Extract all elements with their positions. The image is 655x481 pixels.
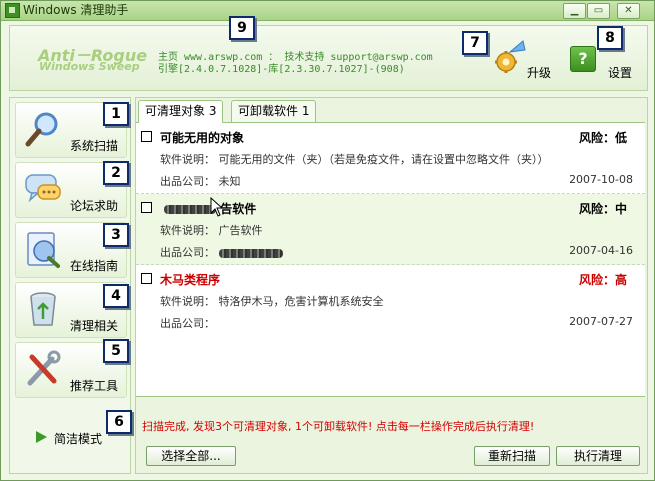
maximize-button[interactable]: ▭ — [587, 3, 610, 19]
item-title-wrap: 告软件 — [160, 200, 256, 217]
sidebar-item-label: 清理相关 — [70, 319, 119, 333]
sidebar-item-label: 在线指南 — [70, 259, 119, 273]
item-checkbox[interactable] — [141, 273, 152, 284]
recycle-bin-icon — [30, 292, 56, 326]
risk-level: 风险：中 — [578, 202, 627, 216]
logo-subtitle: Windows Sweep — [39, 60, 140, 73]
item-company-wrap: 出品公司： — [160, 244, 283, 260]
minimize-button[interactable]: ▁ — [563, 3, 586, 19]
item-company: 出品公司： — [160, 317, 215, 330]
tab-cleanable-objects[interactable]: 可清理对象 3 — [138, 100, 224, 123]
risk-level: 风险：低 — [578, 131, 627, 145]
sidebar-item-label: 推荐工具 — [70, 379, 119, 393]
results-list: 可能无用的对象 风险：低 软件说明： 可能无用的文件（夹）（若是免疫文件，请在设… — [136, 122, 645, 397]
item-date: 2007-07-27 — [569, 315, 633, 328]
upgrade-gear-icon[interactable] — [494, 38, 528, 74]
list-item[interactable]: 木马类程序 风险：高 软件说明： 特洛伊木马，危害计算机系统安全 出品公司： 2… — [136, 265, 645, 335]
title-bar[interactable]: Windows 清理助手 ▁ ▭ ✕ — [1, 1, 654, 21]
callout-marker: 7 — [462, 31, 488, 55]
execute-clean-button[interactable]: 执行清理 — [556, 446, 640, 466]
callout-marker: 8 — [597, 26, 623, 50]
callout-marker: 2 — [103, 161, 129, 185]
rescan-button[interactable]: 重新扫描 — [474, 446, 550, 466]
tools-icon — [27, 350, 61, 386]
item-title: 告软件 — [220, 202, 257, 216]
upgrade-label[interactable]: 升级 — [527, 64, 551, 81]
settings-label[interactable]: 设置 — [608, 64, 632, 81]
window-title: Windows 清理助手 — [23, 3, 129, 17]
callout-marker: 9 — [229, 16, 255, 40]
redacted-mark — [219, 248, 283, 258]
status-message: 扫描完成, 发现3个可清理对象, 1个可卸载软件! 点击每一栏操作完成后执行清理… — [142, 420, 535, 433]
item-description: 软件说明： 特洛伊木马，危害计算机系统安全 — [160, 295, 384, 308]
callout-marker: 5 — [103, 339, 129, 363]
arrow-right-icon — [36, 431, 47, 443]
callout-marker: 4 — [103, 284, 129, 308]
item-checkbox[interactable] — [141, 202, 152, 213]
main-window: Windows 清理助手 ▁ ▭ ✕ Anti－Rogue Windows Sw… — [0, 0, 655, 481]
item-title: 木马类程序 — [160, 273, 221, 287]
item-company: 出品公司： — [160, 246, 215, 259]
header-banner: Anti－Rogue Windows Sweep 主页 www.arswp.co… — [9, 25, 648, 91]
simple-mode-link[interactable]: 简洁模式 — [54, 430, 102, 447]
item-description: 软件说明： 广告软件 — [160, 224, 263, 237]
close-button[interactable]: ✕ — [617, 3, 640, 19]
engine-version: 引擎[2.4.0.7.1028]-库[2.3.30.7.1027]-(908) — [158, 64, 405, 75]
item-title: 可能无用的对象 — [160, 131, 245, 145]
item-date: 2007-10-08 — [569, 173, 633, 186]
help-settings-icon[interactable]: ? — [570, 46, 596, 72]
main-panel: 可清理对象 3 可卸载软件 1 可能无用的对象 风险：低 软件说明： 可能无用的… — [135, 97, 648, 474]
item-checkbox[interactable] — [141, 131, 152, 142]
select-all-button[interactable]: 选择全部... — [146, 446, 236, 466]
magnifier-icon — [25, 112, 58, 147]
item-date: 2007-04-16 — [569, 244, 633, 257]
redacted-mark — [164, 205, 216, 214]
callout-marker: 3 — [103, 223, 129, 247]
risk-level: 风险：高 — [578, 273, 627, 287]
callout-marker: 1 — [103, 102, 129, 126]
tab-uninstallable-software[interactable]: 可卸载软件 1 — [231, 100, 317, 122]
sidebar-item-label: 系统扫描 — [70, 139, 119, 153]
sidebar-item-label: 论坛求助 — [70, 199, 119, 213]
callout-marker: 6 — [106, 410, 132, 434]
globe-guide-icon — [27, 232, 60, 268]
item-company: 出品公司： 未知 — [160, 175, 241, 188]
app-icon — [5, 3, 20, 18]
chat-bubble-icon — [25, 174, 61, 203]
mouse-cursor-icon — [210, 197, 224, 217]
item-description: 软件说明： 可能无用的文件（夹）（若是免疫文件，请在设置中忽略文件（夹）） — [160, 153, 549, 166]
list-item[interactable]: 可能无用的对象 风险：低 软件说明： 可能无用的文件（夹）（若是免疫文件，请在设… — [136, 123, 645, 194]
